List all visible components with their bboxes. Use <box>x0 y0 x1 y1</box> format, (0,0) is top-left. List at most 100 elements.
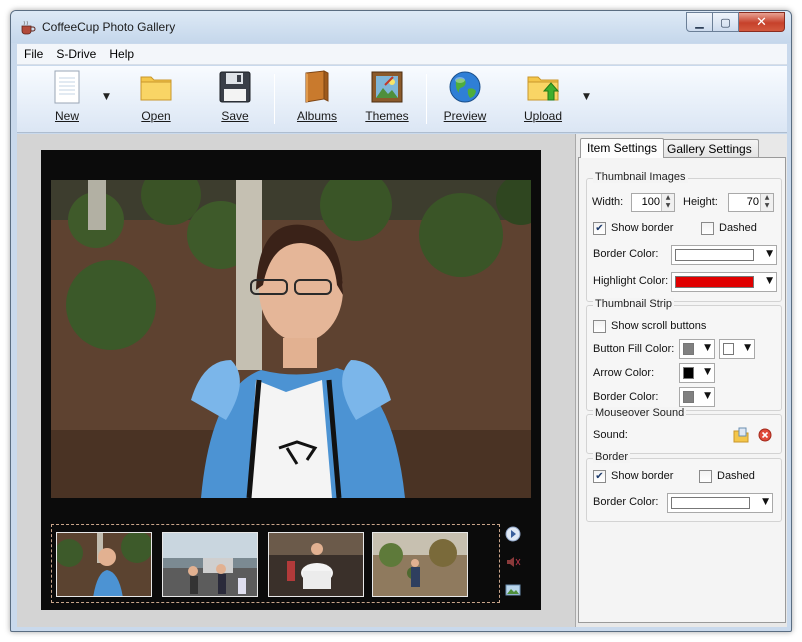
dashed-label: Dashed <box>719 222 757 234</box>
thumbnail-strip-group: Thumbnail Strip Show scroll buttons Butt… <box>586 298 782 411</box>
app-window: CoffeeCup Photo Gallery ▁ ▢ ✕ File S-Dri… <box>10 10 792 632</box>
border-color-swatch <box>675 249 754 261</box>
title-bar[interactable]: CoffeeCup Photo Gallery ▁ ▢ ✕ <box>11 11 791 43</box>
framed-picture-icon <box>369 70 405 104</box>
settings-panel: Item Settings Gallery Settings Thumbnail… <box>575 134 787 627</box>
open-label: Open <box>141 109 171 123</box>
album-book-icon <box>299 70 335 104</box>
group-title: Border <box>593 451 631 463</box>
group-title: Thumbnail Strip <box>593 298 675 310</box>
upload-dropdown-icon[interactable]: ▼ <box>583 92 593 102</box>
window-title: CoffeeCup Photo Gallery <box>42 20 176 34</box>
thumbnail-strip <box>51 524 500 603</box>
themes-label: Themes <box>365 109 409 123</box>
height-value: 70 <box>746 196 759 208</box>
width-spinner[interactable]: 100 ▲ ▼ <box>631 193 675 212</box>
arrow-color-swatch <box>683 367 694 379</box>
preview-label: Preview <box>443 109 487 123</box>
border-color-picker[interactable]: ▼ <box>667 493 773 513</box>
coffee-cup-icon <box>20 20 36 36</box>
menu-s-drive[interactable]: S-Drive <box>49 47 102 61</box>
tab-gallery-settings[interactable]: Gallery Settings <box>660 139 759 158</box>
group-title: Mouseover Sound <box>593 407 687 419</box>
border-show-border-label: Show border <box>611 470 674 482</box>
highlight-color-label: Highlight Color: <box>593 275 669 287</box>
upload-label: Upload <box>523 109 563 123</box>
thumbnail-images-group: Thumbnail Images Width: 100 ▲ ▼ Height: 7… <box>586 171 782 302</box>
toolbar-separator <box>274 74 275 124</box>
save-button[interactable]: Save <box>205 70 265 130</box>
remove-sound-icon[interactable] <box>757 427 773 443</box>
button-fill-swatch <box>683 343 694 355</box>
sound-label: Sound: <box>593 429 628 441</box>
new-dropdown-icon[interactable]: ▼ <box>103 92 113 102</box>
new-button[interactable]: New <box>37 70 97 130</box>
dashed-checkbox[interactable] <box>701 222 714 235</box>
menu-file[interactable]: File <box>17 47 49 61</box>
item-settings-body: Thumbnail Images Width: 100 ▲ ▼ Height: 7… <box>578 157 786 623</box>
open-button[interactable]: Open <box>126 70 186 130</box>
mouseover-sound-group: Mouseover Sound Sound: <box>586 407 782 454</box>
themes-button[interactable]: Themes <box>357 70 417 130</box>
button-fill-color-picker[interactable]: ▼ <box>679 339 715 359</box>
highlight-color-swatch <box>675 276 754 288</box>
show-border-label: Show border <box>611 222 674 234</box>
show-border-checkbox[interactable]: ✔ <box>593 222 606 235</box>
chevron-down-icon: ▼ <box>766 249 773 259</box>
menu-bar: File S-Drive Help <box>17 44 787 65</box>
slideshow-icon[interactable] <box>505 582 521 598</box>
chevron-down-icon: ▼ <box>704 367 711 377</box>
floppy-disk-icon <box>217 70 253 104</box>
close-icon: ✕ <box>756 14 767 30</box>
arrow-color-picker[interactable]: ▼ <box>679 363 715 383</box>
speaker-mute-icon[interactable] <box>505 554 521 570</box>
upload-folder-icon <box>525 70 561 104</box>
toolbar-separator <box>426 74 427 124</box>
content-area: Item Settings Gallery Settings Thumbnail… <box>17 134 787 627</box>
border-group: Border ✔ Show border Dashed Border Color… <box>586 451 782 522</box>
highlight-color-picker[interactable]: ▼ <box>671 272 777 292</box>
chevron-down-icon: ▼ <box>762 497 769 507</box>
close-button[interactable]: ✕ <box>739 12 785 32</box>
chevron-down-icon: ▼ <box>744 343 751 353</box>
new-document-icon <box>49 70 85 104</box>
maximize-icon: ▢ <box>720 15 731 29</box>
border-dashed-checkbox[interactable] <box>699 470 712 483</box>
spinner-arrows-icon[interactable]: ▲ ▼ <box>661 194 674 211</box>
thumbnail[interactable] <box>372 532 468 597</box>
upload-button[interactable]: Upload <box>513 70 573 130</box>
chevron-down-icon: ▼ <box>704 391 711 401</box>
height-spinner[interactable]: 70 ▲ ▼ <box>728 193 774 212</box>
folder-icon <box>138 70 174 104</box>
main-photo <box>51 180 531 498</box>
button-fill-color2-picker[interactable]: ▼ <box>719 339 755 359</box>
thumbnail[interactable] <box>56 532 152 597</box>
minimize-icon: ▁ <box>695 15 704 29</box>
button-fill-swatch-2 <box>723 343 734 355</box>
tab-item-settings[interactable]: Item Settings <box>580 138 665 158</box>
thumbnail[interactable] <box>268 532 364 597</box>
width-value: 100 <box>641 196 660 208</box>
thumbnail[interactable] <box>162 532 258 597</box>
group-title: Thumbnail Images <box>593 171 688 183</box>
border-dashed-label: Dashed <box>717 470 755 482</box>
menu-help[interactable]: Help <box>102 47 140 61</box>
spinner-arrows-icon[interactable]: ▲ ▼ <box>760 194 773 211</box>
globe-icon <box>447 70 483 104</box>
border-color-label: Border Color: <box>593 496 659 508</box>
border-color-picker[interactable]: ▼ <box>671 245 777 265</box>
minimize-button[interactable]: ▁ <box>686 12 713 32</box>
new-label: New <box>54 109 79 123</box>
strip-border-color-picker[interactable]: ▼ <box>679 387 715 407</box>
play-icon[interactable] <box>505 526 521 542</box>
preview-button[interactable]: Preview <box>435 70 495 130</box>
show-scroll-buttons-checkbox[interactable] <box>593 320 606 333</box>
chevron-down-icon: ▼ <box>766 276 773 286</box>
maximize-button[interactable]: ▢ <box>713 12 739 32</box>
height-label: Height: <box>683 196 718 208</box>
albums-label: Albums <box>296 109 337 123</box>
browse-sound-icon[interactable] <box>733 427 749 443</box>
border-show-border-checkbox[interactable]: ✔ <box>593 470 606 483</box>
albums-button[interactable]: Albums <box>287 70 347 130</box>
show-scroll-buttons-label: Show scroll buttons <box>611 320 707 332</box>
